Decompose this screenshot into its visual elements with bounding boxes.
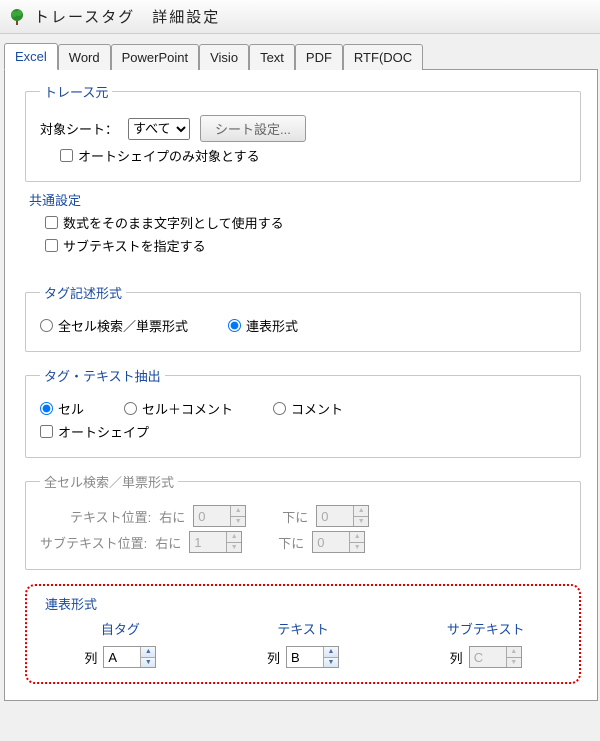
target-sheet-label: 対象シート： <box>40 119 118 138</box>
spin-down-icon: ▼ <box>507 658 521 668</box>
trace-source-group: トレース元 対象シート： すべて シート設定... オートシェイプのみ対象とする <box>25 82 581 182</box>
spin-up-icon: ▲ <box>227 532 241 543</box>
subtext-header: サブテキスト <box>406 619 565 638</box>
self-tag-header: 自タグ <box>41 619 200 638</box>
col-b-label: 列 <box>267 648 280 667</box>
spin-down-icon: ▼ <box>227 543 241 553</box>
sub-right-spinner: ▲▼ <box>189 531 242 553</box>
specify-subtext-checkbox[interactable] <box>45 239 58 252</box>
all-cell-text: 全セル検索／単票形式 <box>58 316 188 335</box>
tab-pdf[interactable]: PDF <box>295 44 343 70</box>
specify-subtext-text: サブテキストを指定する <box>63 236 206 255</box>
cell-text: セル <box>58 399 84 418</box>
linked-format-highlight: 連表形式 自タグ テキスト サブテキスト 列 ▲▼ 列 ▲▼ <box>25 584 581 684</box>
spin-up-icon: ▲ <box>354 506 368 517</box>
text-down-spinner: ▲▼ <box>316 505 369 527</box>
app-icon <box>8 8 26 26</box>
spin-down-icon: ▼ <box>354 517 368 527</box>
tag-extract-group: タグ・テキスト抽出 セル セル＋コメント コメント オートシェイプ <box>25 366 581 458</box>
window-title: トレースタグ 詳細設定 <box>34 6 220 27</box>
spin-up-icon: ▲ <box>231 506 245 517</box>
col-b-spinner[interactable]: ▲▼ <box>286 646 339 668</box>
col-c-spinner: ▲▼ <box>469 646 522 668</box>
spin-up-icon[interactable]: ▲ <box>141 647 155 658</box>
linked-radio[interactable] <box>228 319 241 332</box>
sub-right-label: 右に <box>155 533 181 552</box>
specify-subtext-label[interactable]: サブテキストを指定する <box>45 236 206 255</box>
linked-format-legend: 連表形式 <box>45 594 565 613</box>
autoshape-only-checkbox[interactable] <box>60 149 73 162</box>
common-settings-group: 共通設定 数式をそのまま文字列として使用する サブテキストを指定する <box>25 190 581 269</box>
col-a-label: 列 <box>84 648 97 667</box>
spin-up-icon[interactable]: ▲ <box>324 647 338 658</box>
sub-down-input <box>313 532 349 552</box>
formula-as-string-label[interactable]: 数式をそのまま文字列として使用する <box>45 213 284 232</box>
tab-word[interactable]: Word <box>58 44 111 70</box>
formula-as-string-checkbox[interactable] <box>45 216 58 229</box>
tag-format-legend: タグ記述形式 <box>40 283 126 302</box>
spin-up-icon: ▲ <box>507 647 521 658</box>
text-down-label: 下に <box>282 507 308 526</box>
tab-powerpoint[interactable]: PowerPoint <box>111 44 199 70</box>
cell-comment-radio-label[interactable]: セル＋コメント <box>124 399 233 418</box>
linked-radio-label[interactable]: 連表形式 <box>228 316 298 335</box>
col-c-input <box>470 647 506 667</box>
sheet-settings-button[interactable]: シート設定... <box>200 115 306 142</box>
formula-as-string-text: 数式をそのまま文字列として使用する <box>63 213 284 232</box>
autoshape-extract-label[interactable]: オートシェイプ <box>40 422 149 441</box>
common-settings-legend: 共通設定 <box>25 190 85 209</box>
tab-visio[interactable]: Visio <box>199 44 249 70</box>
spin-down-icon: ▼ <box>231 517 245 527</box>
autoshape-extract-text: オートシェイプ <box>58 422 149 441</box>
tab-rtf[interactable]: RTF(DOC <box>343 44 423 70</box>
autoshape-extract-checkbox[interactable] <box>40 425 53 438</box>
sub-right-input <box>190 532 226 552</box>
text-right-spinner: ▲▼ <box>193 505 246 527</box>
titlebar: トレースタグ 詳細設定 <box>0 0 600 34</box>
trace-source-legend: トレース元 <box>40 82 112 101</box>
comment-text: コメント <box>291 399 343 418</box>
spin-up-icon: ▲ <box>350 532 364 543</box>
text-pos-label: テキスト位置: <box>70 507 151 526</box>
tag-extract-legend: タグ・テキスト抽出 <box>40 366 165 385</box>
autoshape-only-text: オートシェイプのみ対象とする <box>78 146 260 165</box>
cell-radio-label[interactable]: セル <box>40 399 84 418</box>
cell-comment-text: セル＋コメント <box>142 399 233 418</box>
tab-excel[interactable]: Excel <box>4 43 58 70</box>
sub-down-label: 下に <box>278 533 304 552</box>
text-down-input <box>317 506 353 526</box>
subtext-pos-label: サブテキスト位置: <box>40 533 147 552</box>
all-cell-radio[interactable] <box>40 319 53 332</box>
linked-text: 連表形式 <box>246 316 298 335</box>
cell-radio[interactable] <box>40 402 53 415</box>
sub-down-spinner: ▲▼ <box>312 531 365 553</box>
target-sheet-select[interactable]: すべて <box>128 118 190 140</box>
text-right-label: 右に <box>159 507 185 526</box>
spin-down-icon[interactable]: ▼ <box>324 658 338 668</box>
all-cell-radio-label[interactable]: 全セル検索／単票形式 <box>40 316 188 335</box>
cell-comment-radio[interactable] <box>124 402 137 415</box>
col-b-input[interactable] <box>287 647 323 667</box>
text-right-input <box>194 506 230 526</box>
main-panel: トレース元 対象シート： すべて シート設定... オートシェイプのみ対象とする… <box>4 69 598 701</box>
tab-bar: Excel Word PowerPoint Visio Text PDF RTF… <box>4 42 600 69</box>
all-cell-format-legend: 全セル検索／単票形式 <box>40 472 178 491</box>
all-cell-format-group: 全セル検索／単票形式 テキスト位置: 右に ▲▼ 下に ▲▼ サブテキスト位置:… <box>25 472 581 570</box>
autoshape-only-label[interactable]: オートシェイプのみ対象とする <box>60 146 260 165</box>
text-header: テキスト <box>224 619 383 638</box>
spin-down-icon[interactable]: ▼ <box>141 658 155 668</box>
comment-radio-label[interactable]: コメント <box>273 399 343 418</box>
tag-format-group: タグ記述形式 全セル検索／単票形式 連表形式 <box>25 283 581 352</box>
spin-down-icon: ▼ <box>350 543 364 553</box>
comment-radio[interactable] <box>273 402 286 415</box>
col-c-label: 列 <box>450 648 463 667</box>
col-a-input[interactable] <box>104 647 140 667</box>
tab-text[interactable]: Text <box>249 44 295 70</box>
col-a-spinner[interactable]: ▲▼ <box>103 646 156 668</box>
